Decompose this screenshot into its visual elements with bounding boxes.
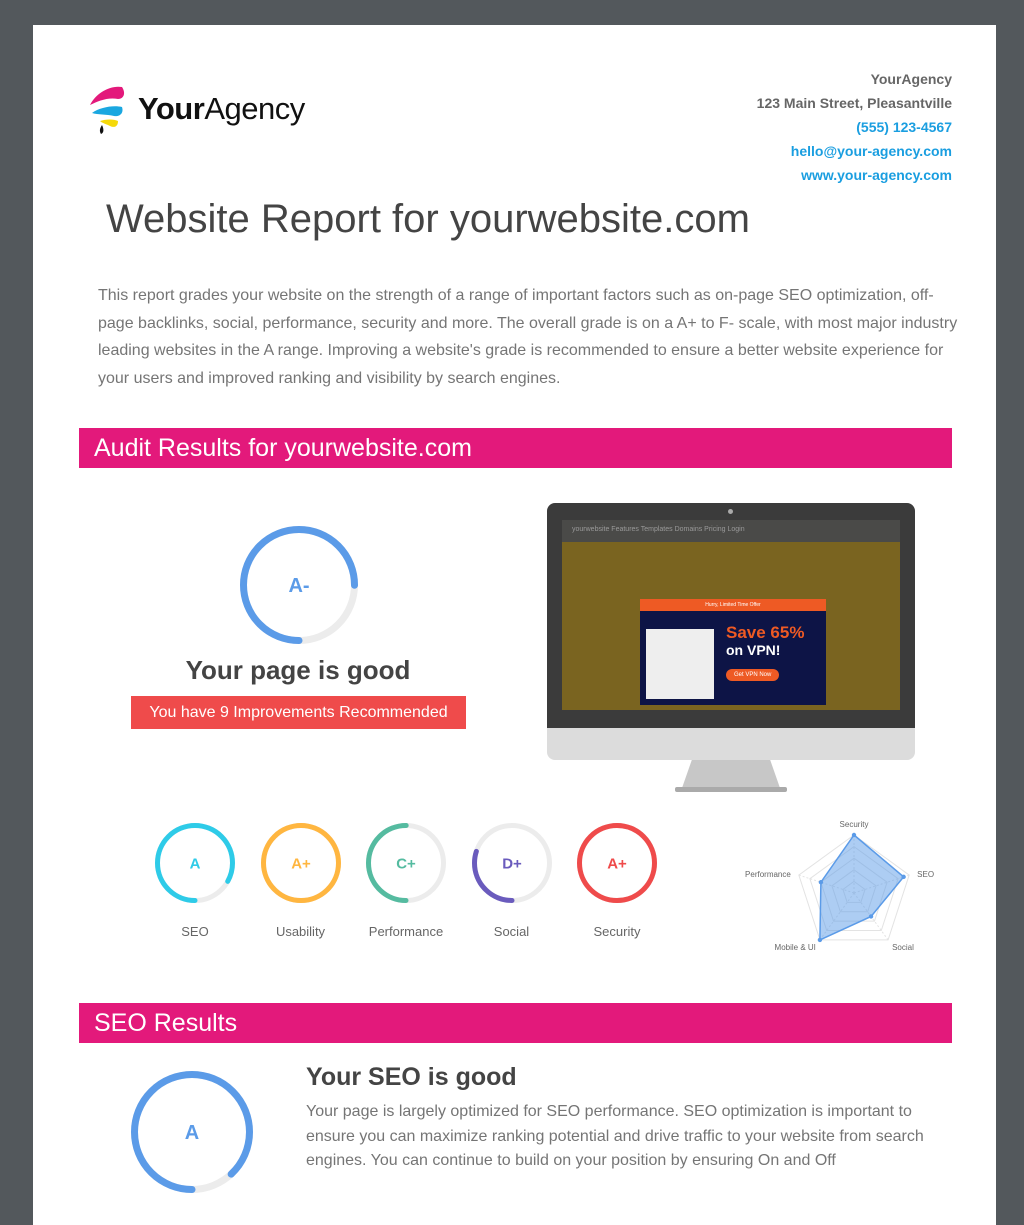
page-title: Website Report for yourwebsite.com [106, 197, 750, 241]
grade-text: C+ [396, 855, 416, 872]
radar-chart: Security SEO Social Mobile & UI Performance [745, 820, 934, 952]
vpn-app-image [646, 629, 714, 699]
grade-text: A [190, 855, 201, 872]
logo-icon [90, 86, 125, 134]
grade-text: A+ [607, 855, 627, 872]
status-heading: Your page is good [185, 655, 411, 685]
score-label: Security [593, 924, 641, 939]
radar-point [817, 937, 823, 943]
radar-label: Mobile & UI [775, 943, 816, 952]
improvements-badge: You have 9 Improvements Recommended [131, 696, 466, 729]
agency-name: YourAgency [870, 71, 952, 87]
preview-popup: Hurry, Limited Time Offer Save 65% on VP… [640, 599, 826, 705]
seo-grade-ring: A [131, 1071, 253, 1193]
seo-title: Your SEO is good [306, 1063, 517, 1091]
radar-point [818, 880, 824, 885]
agency-email[interactable]: hello@your-agency.com [757, 139, 952, 163]
score-label: Performance [368, 924, 444, 939]
score-ring-usability: A+ [260, 823, 341, 903]
overall-grade-ring: A- [240, 526, 358, 644]
radar-label: SEO [917, 870, 934, 879]
report-page: YourAgency YourAgency 123 Main Street, P… [33, 25, 996, 1225]
score-label: Usability [275, 924, 326, 939]
radar-label: Performance [745, 870, 791, 879]
agency-logo: YourAgency [88, 83, 305, 135]
score-ring-performance: C+ [366, 823, 446, 903]
radar-label: Social [892, 943, 914, 952]
camera-dot [728, 509, 733, 514]
score-ring-security: A+ [577, 823, 657, 903]
contact-block: YourAgency 123 Main Street, Pleasantvill… [757, 67, 952, 187]
preview-nav: yourwebsite Features Templates Domains P… [562, 520, 900, 542]
grade-text: A+ [291, 855, 311, 872]
radar-point [851, 832, 857, 838]
grade-text: D+ [502, 855, 522, 872]
radar-point [868, 914, 874, 919]
score-ring-social: D+ [471, 823, 552, 903]
seo-heading: SEO Results [79, 1003, 952, 1043]
agency-address: 123 Main Street, Pleasantville [756, 95, 952, 111]
website-preview: yourwebsite Features Templates Domains P… [547, 503, 915, 793]
radar-point [901, 874, 906, 880]
radar-label: Security [840, 820, 869, 829]
grade-text: A [185, 1122, 199, 1144]
intro-text: This report grades your website on the s… [98, 287, 958, 387]
agency-phone[interactable]: (555) 123-4567 [757, 115, 952, 139]
score-label: Social [493, 924, 530, 939]
grade-text: A- [288, 575, 309, 597]
score-ring-seo: A [155, 823, 235, 903]
agency-website[interactable]: www.your-agency.com [757, 163, 952, 187]
monitor-stand [682, 760, 780, 788]
score-label: SEO [181, 924, 209, 939]
seo-text: Your page is largely optimized for SEO p… [306, 1103, 924, 1169]
audit-heading: Audit Results for yourwebsite.com [79, 428, 952, 468]
